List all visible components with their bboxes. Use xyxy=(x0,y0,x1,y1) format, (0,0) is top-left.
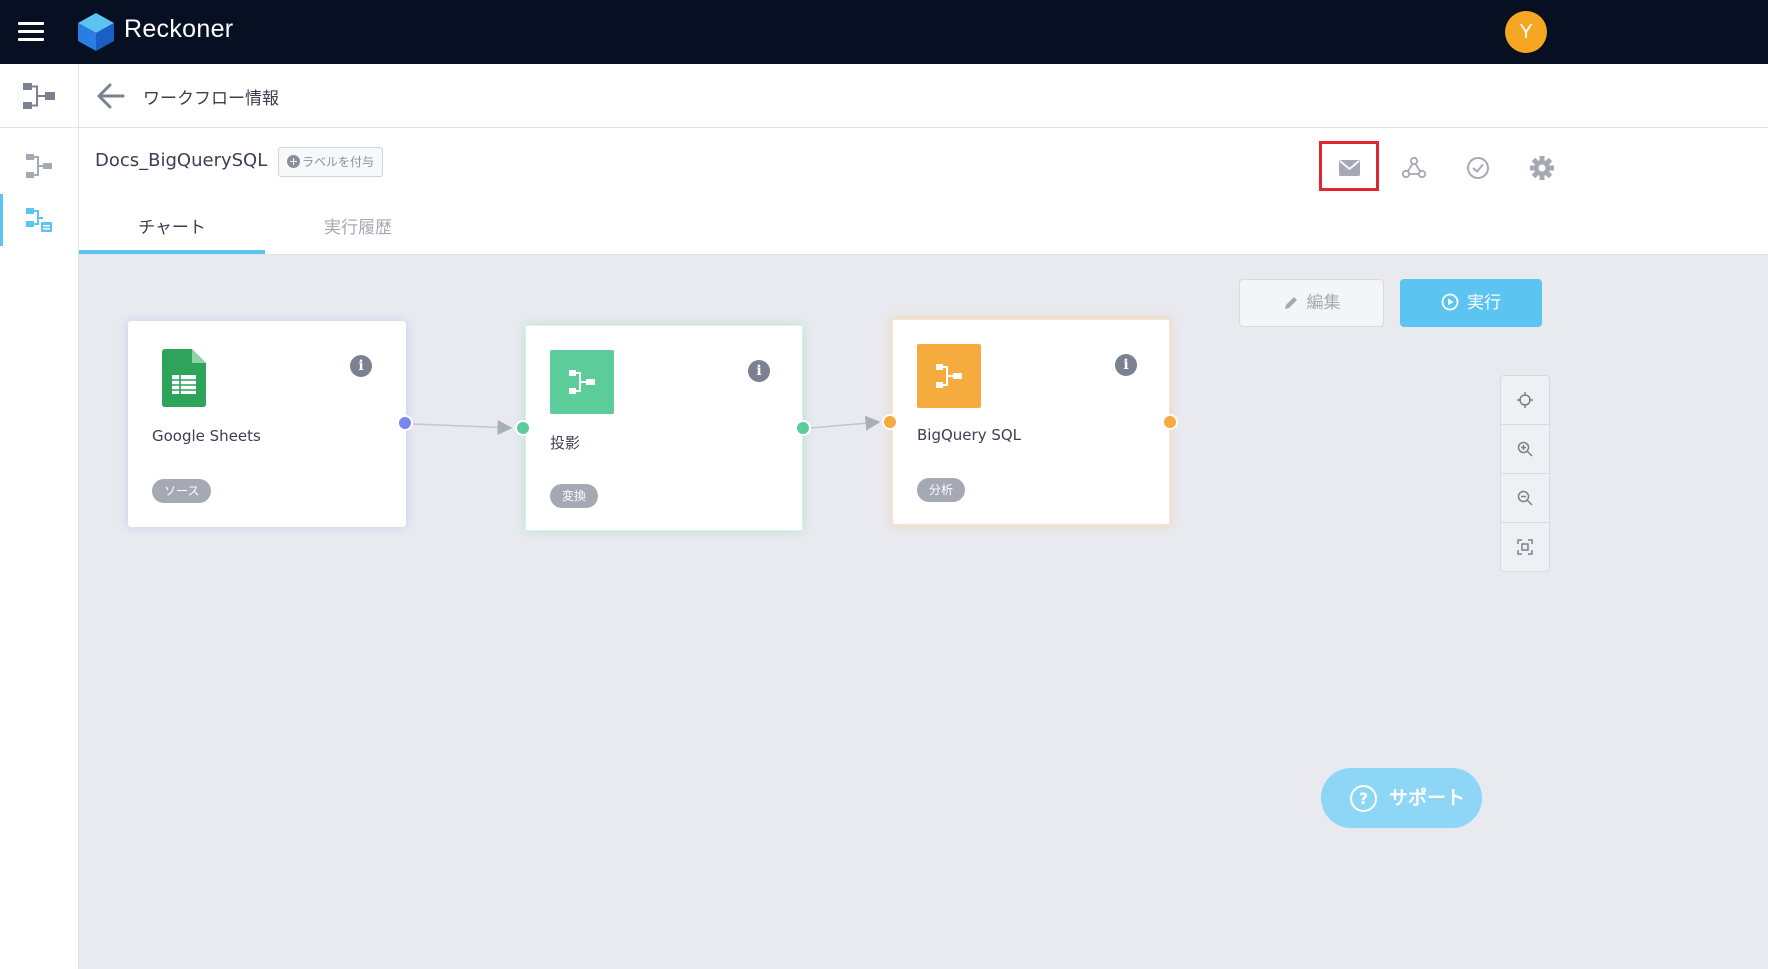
run-button[interactable]: 実行 xyxy=(1400,279,1542,327)
gear-icon[interactable] xyxy=(1525,154,1559,182)
tab-underline xyxy=(79,250,265,254)
zoom-in-button[interactable] xyxy=(1501,425,1549,474)
connector-line xyxy=(412,419,513,435)
google-sheets-icon xyxy=(162,349,206,407)
sidebar-item-workflows[interactable] xyxy=(0,140,78,192)
pencil-icon xyxy=(1284,297,1297,309)
connector-line xyxy=(810,415,881,431)
back-arrow-icon[interactable] xyxy=(95,81,127,111)
sub-header: ワークフロー情報 xyxy=(79,64,1768,128)
transform-icon xyxy=(550,350,614,414)
zoom-out-icon xyxy=(1517,490,1533,506)
add-label-text: ラベルを付与 xyxy=(302,155,375,169)
node-tag: ソース xyxy=(152,479,212,503)
node-title: Google Sheets xyxy=(152,427,261,445)
top-bar: Reckoner Y xyxy=(0,0,1768,64)
reckoner-logo-icon xyxy=(78,13,114,51)
workflow-detail-icon xyxy=(26,208,52,232)
node-title: BigQuery SQL xyxy=(917,426,1022,444)
tab-history[interactable]: 実行履歴 xyxy=(265,214,451,254)
schedule-icon[interactable] xyxy=(1461,154,1495,182)
hamburger-menu-icon[interactable] xyxy=(18,22,44,42)
workflow-name: Docs_BigQuerySQL xyxy=(95,150,268,171)
workflow-canvas[interactable]: 編集 実行 i Google Sheets ソース i 投影 変換 i BigQ… xyxy=(79,255,1768,969)
fit-button[interactable] xyxy=(1501,523,1549,572)
output-port[interactable] xyxy=(397,415,413,431)
info-icon[interactable]: i xyxy=(748,360,770,382)
node-projection[interactable]: i 投影 変換 xyxy=(515,325,811,531)
app-brand[interactable]: Reckoner xyxy=(124,15,233,44)
analysis-icon xyxy=(917,344,981,408)
mail-icon[interactable] xyxy=(1332,154,1366,182)
node-tag: 変換 xyxy=(550,484,599,508)
tab-chart[interactable]: チャート xyxy=(79,214,265,254)
output-port[interactable] xyxy=(1162,414,1178,430)
workflow-list-icon xyxy=(26,154,52,178)
support-button[interactable]: ? サポート xyxy=(1321,768,1482,828)
fit-icon xyxy=(1517,539,1533,555)
center-icon xyxy=(1517,392,1533,408)
webhook-icon[interactable] xyxy=(1397,154,1431,182)
input-port[interactable] xyxy=(515,420,531,436)
sidebar-item-workflow-detail[interactable] xyxy=(0,194,78,246)
help-icon: ? xyxy=(1350,785,1377,812)
node-title: 投影 xyxy=(550,434,581,452)
run-label: 実行 xyxy=(1467,293,1501,313)
user-avatar[interactable]: Y xyxy=(1505,11,1547,53)
node-bigquery-sql[interactable]: i BigQuery SQL 分析 xyxy=(882,319,1178,525)
sidebar xyxy=(0,64,79,969)
page-title: ワークフロー情報 xyxy=(143,89,279,109)
input-port[interactable] xyxy=(882,414,898,430)
zoom-out-button[interactable] xyxy=(1501,474,1549,523)
node-google-sheets[interactable]: i Google Sheets ソース xyxy=(128,321,413,527)
edit-label: 編集 xyxy=(1306,293,1341,313)
center-button[interactable] xyxy=(1501,376,1549,425)
plus-icon: + xyxy=(287,155,300,168)
info-icon[interactable]: i xyxy=(350,355,372,377)
workflow-icon xyxy=(23,83,55,109)
workflow-header: Docs_BigQuerySQL + ラベルを付与 チャート 実行履歴 xyxy=(79,128,1768,255)
info-icon[interactable]: i xyxy=(1115,354,1137,376)
output-port[interactable] xyxy=(795,420,811,436)
node-tag: 分析 xyxy=(917,478,966,502)
zoom-controls xyxy=(1500,375,1550,572)
zoom-in-icon xyxy=(1517,441,1533,457)
support-label: サポート xyxy=(1389,787,1466,809)
play-circle-icon xyxy=(1441,293,1459,311)
sidebar-workflow-home[interactable] xyxy=(0,64,78,128)
add-label-button[interactable]: + ラベルを付与 xyxy=(278,147,384,177)
